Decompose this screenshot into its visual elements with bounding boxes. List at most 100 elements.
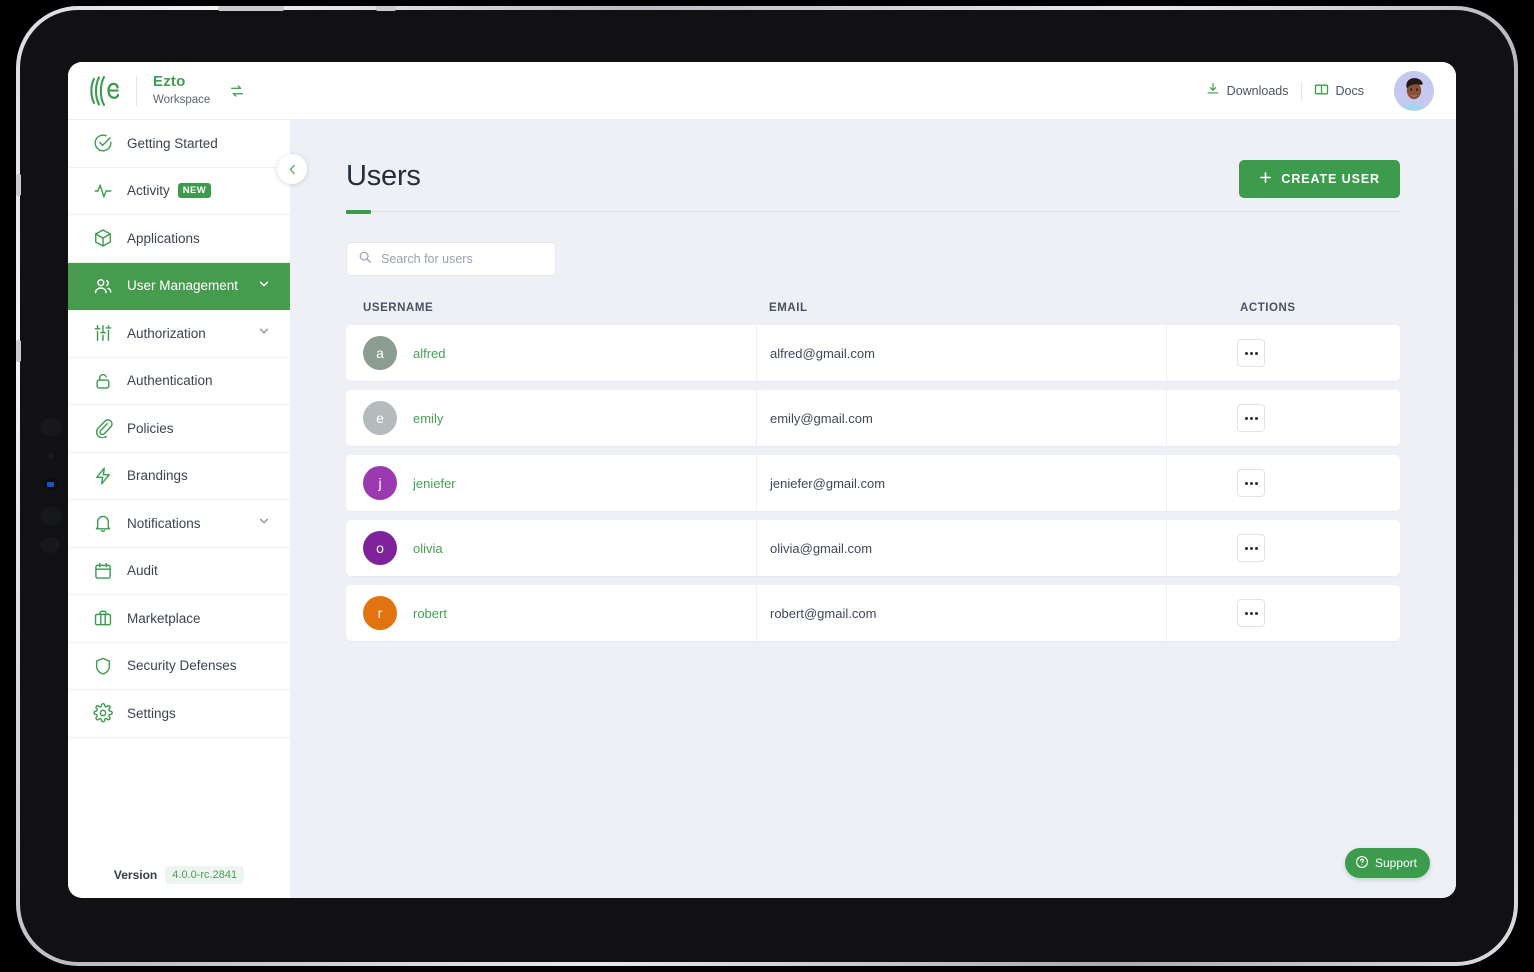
new-badge: NEW	[177, 183, 212, 199]
cell-actions	[1166, 520, 1400, 576]
topbar-actions: Downloads Docs	[1194, 70, 1456, 111]
sidebar-collapse-button[interactable]	[277, 154, 307, 184]
cell-email: olivia@gmail.com	[756, 520, 1166, 576]
sidebar-item-label: Activity	[127, 183, 170, 199]
sidebar-item-notifications[interactable]: Notifications	[68, 500, 290, 548]
activity-pulse-icon	[92, 180, 113, 201]
version-info: Version 4.0.0-rc.2841	[68, 866, 290, 884]
workspace-subtitle: Workspace	[153, 93, 211, 106]
device-bezel: Ezto Workspace Downloads Docs Getting St…	[16, 6, 1514, 962]
cell-actions	[1166, 325, 1400, 381]
sliders-icon	[92, 323, 113, 344]
sidebar-item-label: Audit	[127, 563, 158, 579]
sidebar-item-label: Policies	[127, 420, 174, 436]
sidebar-item-label: User Management	[127, 278, 239, 294]
user-avatar-initial: o	[363, 531, 397, 565]
sidebar-item-label: Getting Started	[127, 135, 218, 151]
cell-username: r robert	[346, 596, 756, 630]
page-header: Users CREATE USER	[346, 160, 1400, 198]
sensor-icon	[40, 418, 62, 436]
downloads-link[interactable]: Downloads	[1194, 82, 1301, 99]
avatar[interactable]	[1394, 70, 1434, 111]
title-underline	[346, 209, 1400, 214]
table-header-row: USERNAME EMAIL ACTIONS	[346, 302, 1400, 325]
sidebar-item-label: Security Defenses	[127, 658, 237, 674]
column-header-username: USERNAME	[363, 302, 434, 314]
sidebar-item-brandings[interactable]: Brandings	[68, 453, 290, 500]
bolt-icon	[92, 465, 113, 486]
camera-lens-icon	[47, 482, 54, 487]
sidebar-item-label: Applications	[127, 230, 200, 246]
user-avatar-initial: a	[363, 336, 397, 370]
username-link[interactable]: robert	[413, 606, 447, 621]
main-content: Users CREATE USER Search for users USERN…	[290, 120, 1456, 898]
sidebar-item-policies[interactable]: Policies	[68, 405, 290, 453]
support-label: Support	[1374, 856, 1417, 870]
search-input-wrapper[interactable]	[346, 242, 556, 276]
table-row[interactable]: j jeniefer jeniefer@gmail.com	[346, 455, 1400, 511]
sensor-dot-icon	[48, 453, 54, 459]
cell-actions	[1166, 390, 1400, 446]
sidebar-item-getting-started[interactable]: Getting Started	[68, 120, 290, 168]
users-table: USERNAME EMAIL ACTIONS a alfred alfred@g…	[346, 302, 1400, 641]
more-options-icon[interactable]	[1237, 404, 1265, 432]
top-bar: Ezto Workspace Downloads Docs	[68, 62, 1456, 120]
downloads-label: Downloads	[1226, 83, 1289, 98]
sidebar-item-authentication[interactable]: Authentication	[68, 358, 290, 405]
check-circle-icon	[92, 133, 113, 154]
sidebar-item-label: Settings	[127, 705, 176, 721]
create-user-button[interactable]: CREATE USER	[1239, 160, 1400, 198]
table-row[interactable]: o olivia olivia@gmail.com	[346, 520, 1400, 576]
sidebar-item-marketplace[interactable]: Marketplace	[68, 595, 290, 643]
sidebar-item-label: Authentication	[127, 373, 213, 389]
sidebar-item-settings[interactable]: Settings	[68, 690, 290, 738]
table-row[interactable]: a alfred alfred@gmail.com	[346, 325, 1400, 381]
version-label: Version	[113, 868, 158, 882]
sidebar-item-user-management[interactable]: User Management	[68, 262, 290, 310]
help-circle-icon	[1355, 855, 1369, 872]
brand-text: Ezto Workspace	[153, 74, 210, 106]
cell-email: alfred@gmail.com	[756, 325, 1166, 381]
cell-email: jeniefer@gmail.com	[756, 455, 1166, 511]
sidebar-item-label: Notifications	[127, 515, 201, 531]
package-icon	[92, 228, 113, 249]
docs-label: Docs	[1335, 83, 1364, 98]
bell-icon	[92, 513, 113, 534]
sidebar-item-activity[interactable]: Activity NEW	[68, 168, 290, 215]
power-button-top	[376, 6, 396, 11]
username-link[interactable]: alfred	[413, 346, 446, 361]
table-row[interactable]: e emily emily@gmail.com	[346, 390, 1400, 446]
chevron-down-icon[interactable]	[258, 277, 270, 295]
volume-button-top	[218, 6, 284, 11]
chevron-down-icon[interactable]	[258, 324, 270, 342]
plus-icon	[1259, 171, 1272, 187]
chevron-down-icon[interactable]	[258, 514, 270, 532]
table-row[interactable]: r robert robert@gmail.com	[346, 585, 1400, 641]
username-link[interactable]: jeniefer	[413, 476, 456, 491]
cell-email: robert@gmail.com	[756, 585, 1166, 641]
ezto-logo-icon	[90, 74, 120, 108]
sidebar-item-authorization[interactable]: Authorization	[68, 310, 290, 358]
username-link[interactable]: emily	[413, 411, 443, 426]
docs-link[interactable]: Docs	[1302, 82, 1376, 100]
support-button[interactable]: Support	[1344, 848, 1430, 878]
sidebar-item-audit[interactable]: Audit	[68, 548, 290, 595]
swap-workspace-icon[interactable]	[226, 80, 248, 102]
briefcase-icon	[92, 608, 113, 629]
calendar-icon	[92, 560, 113, 581]
side-button-upper	[16, 174, 21, 196]
sidebar-item-label: Authorization	[127, 325, 206, 341]
more-options-icon[interactable]	[1237, 339, 1265, 367]
sidebar-item-security-defenses[interactable]: Security Defenses	[68, 643, 290, 690]
download-icon	[1206, 82, 1220, 99]
sidebar-item-applications[interactable]: Applications	[68, 215, 290, 263]
more-options-icon[interactable]	[1237, 534, 1265, 562]
brand-divider	[136, 75, 137, 106]
cell-email: emily@gmail.com	[756, 390, 1166, 446]
more-options-icon[interactable]	[1237, 599, 1265, 627]
more-options-icon[interactable]	[1237, 469, 1265, 497]
user-avatar-initial: r	[363, 596, 397, 630]
username-link[interactable]: olivia	[413, 541, 443, 556]
sidebar-item-label: Brandings	[127, 468, 188, 484]
search-input[interactable]	[381, 252, 544, 266]
